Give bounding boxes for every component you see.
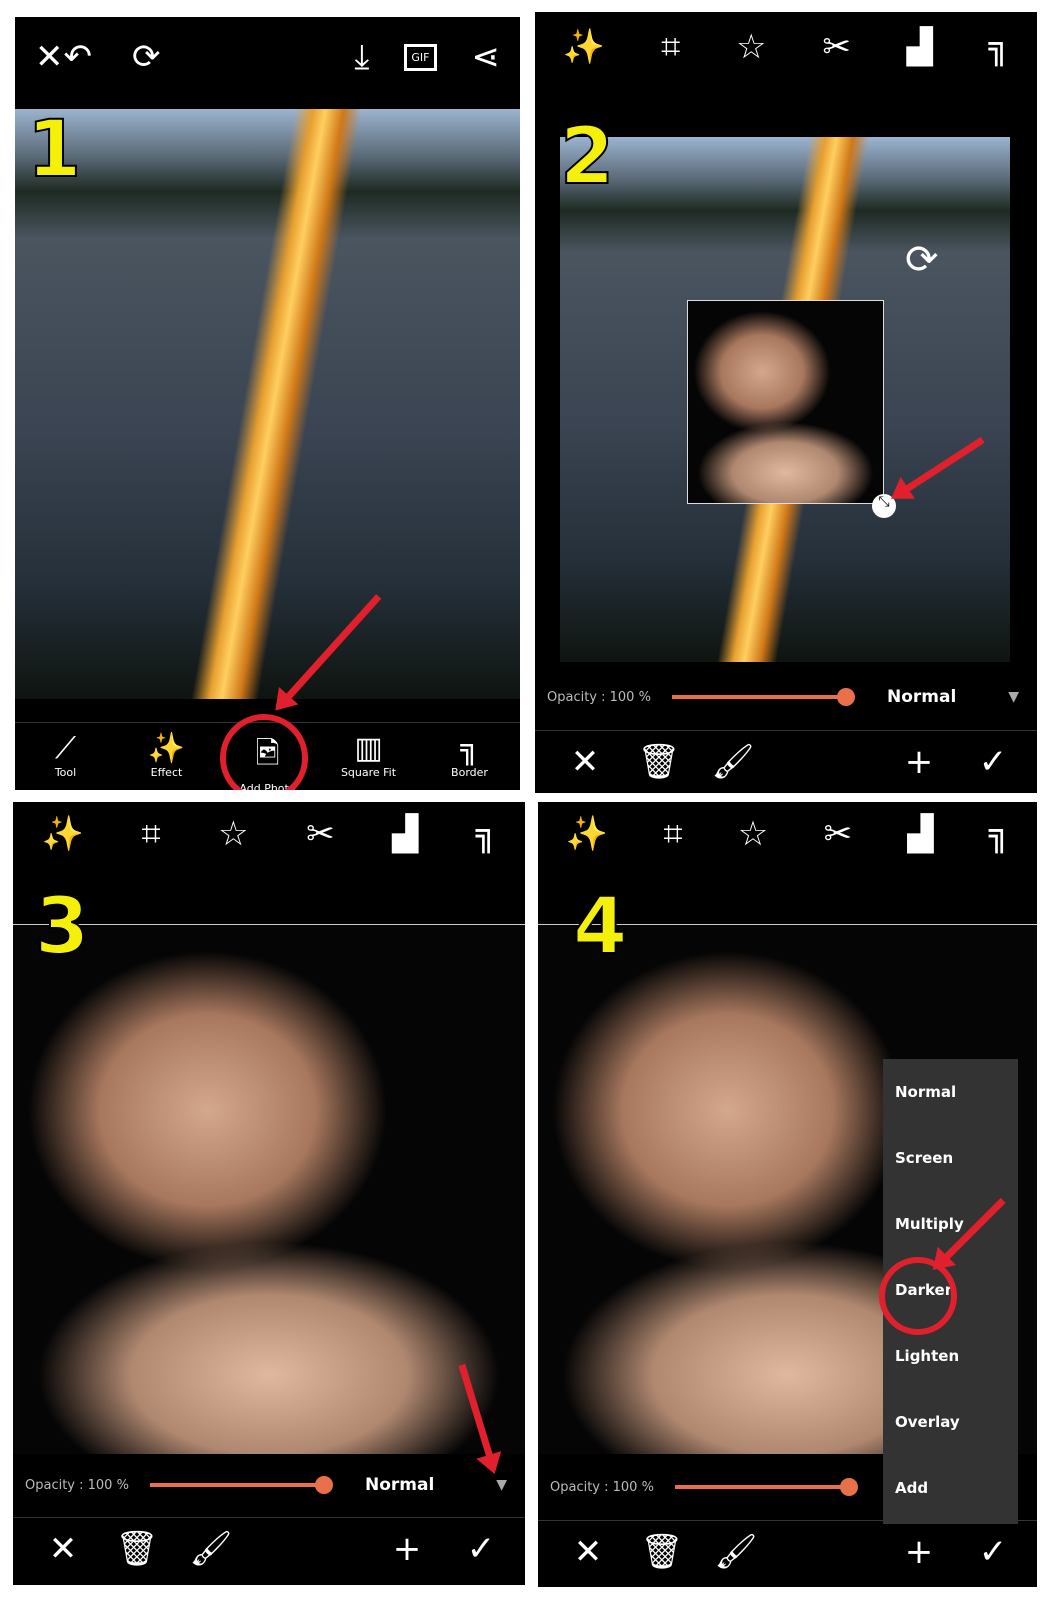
editor-toolbar: ✨ ⌗ ☆ ✂ ▟ ╗: [13, 804, 525, 864]
opacity-bar: Opacity : 100 % Normal ▼: [535, 667, 1037, 727]
slider-knob[interactable]: [837, 688, 855, 706]
scissors-icon[interactable]: ✂: [824, 814, 853, 854]
step-number: 2: [559, 111, 615, 203]
close-icon[interactable]: ✕: [561, 742, 609, 782]
check-icon[interactable]: ✓: [457, 1529, 505, 1569]
crop-icon[interactable]: ⌗: [661, 27, 680, 67]
trash-icon[interactable]: 🗑: [635, 742, 683, 782]
editor-toolbar: ✨ ⌗ ☆ ✂ ▟ ╗: [535, 17, 1037, 77]
menu-item-screen[interactable]: Screen: [883, 1125, 1018, 1191]
gif-icon[interactable]: GIF: [404, 43, 437, 71]
tool-item[interactable]: ⟋ Tool: [26, 731, 106, 790]
close-icon[interactable]: ✕: [39, 1529, 87, 1569]
share-icon[interactable]: ⋖: [472, 37, 501, 77]
added-photo-layer[interactable]: [13, 924, 525, 1454]
sticker-icon[interactable]: ▟: [907, 27, 933, 67]
top-toolbar: ✕ ↶ ⟳ ⤓ GIF ⋖: [15, 27, 520, 87]
opacity-slider[interactable]: [150, 1476, 333, 1494]
dropdown-caret-icon[interactable]: ▼: [1008, 689, 1019, 705]
star-icon[interactable]: ☆: [218, 814, 248, 854]
check-icon[interactable]: ✓: [969, 742, 1017, 782]
brush-icon[interactable]: 🖌: [712, 1532, 760, 1572]
blend-mode-select[interactable]: Normal: [365, 1475, 434, 1495]
panel-step-2: ✨ ⌗ ☆ ✂ ▟ ╗ 2 ⟳ ⤡ Opacity : 100 % Normal ▼ ✕ 🗑…: [535, 12, 1037, 793]
menu-item-overlay[interactable]: Overlay: [883, 1389, 1018, 1455]
opacity-label: Opacity : 100 %: [25, 1477, 129, 1493]
scissors-icon[interactable]: ✂: [306, 814, 335, 854]
scissors-icon[interactable]: ✂: [822, 27, 851, 67]
square-fit-icon: ▥: [354, 731, 383, 766]
square-fit-item[interactable]: ▥ Square Fit: [329, 731, 409, 790]
magic-wand-icon[interactable]: ✨: [566, 814, 608, 854]
close-icon[interactable]: ✕: [35, 37, 64, 77]
canvas-photo: [15, 109, 520, 699]
bottom-actions: ✕ 🗑 🖌 + ✓: [13, 1517, 525, 1579]
magic-wand-icon: ✨: [147, 731, 186, 766]
slider-knob[interactable]: [840, 1478, 858, 1496]
star-icon[interactable]: ☆: [738, 814, 768, 854]
border-item[interactable]: ╗ Border: [430, 731, 510, 790]
plus-icon[interactable]: +: [895, 742, 943, 782]
panel-step-4: ✨ ⌗ ☆ ✂ ▟ ╗ 4 Opacity : 100 % ✕ 🗑 🖌 + ✓ Normal Sc…: [538, 802, 1037, 1587]
undo-icon[interactable]: ↶: [64, 37, 93, 77]
rotate-handle-icon[interactable]: ⟳: [905, 237, 939, 283]
plus-icon[interactable]: +: [895, 1532, 943, 1572]
star-icon[interactable]: ☆: [736, 27, 766, 67]
menu-item-lighten[interactable]: Lighten: [883, 1323, 1018, 1389]
crop-icon[interactable]: ⌗: [663, 814, 682, 854]
magic-wand-icon[interactable]: ✨: [563, 27, 605, 67]
bottom-actions: ✕ 🗑 🖌 + ✓: [535, 730, 1037, 792]
panel-step-3: ✨ ⌗ ☆ ✂ ▟ ╗ 3 Opacity : 100 % Normal ▼ ✕ 🗑 🖌 + ✓: [13, 802, 525, 1585]
menu-item-normal[interactable]: Normal: [883, 1059, 1018, 1125]
trash-icon[interactable]: 🗑: [638, 1532, 686, 1572]
border-icon[interactable]: ╗: [989, 27, 1009, 67]
compass-icon: ⟋: [55, 731, 76, 766]
sticker-icon[interactable]: ▟: [392, 814, 418, 854]
sticker-icon[interactable]: ▟: [907, 814, 933, 854]
crop-icon[interactable]: ⌗: [142, 814, 161, 854]
brush-icon[interactable]: 🖌: [709, 742, 757, 782]
opacity-label: Opacity : 100 %: [550, 1479, 654, 1495]
blend-mode-select[interactable]: Normal: [887, 687, 956, 707]
plus-icon[interactable]: +: [383, 1529, 431, 1569]
opacity-slider[interactable]: [672, 688, 855, 706]
border-icon: ╗: [460, 731, 479, 766]
brush-icon[interactable]: 🖌: [187, 1529, 235, 1569]
check-icon[interactable]: ✓: [969, 1532, 1017, 1572]
close-icon[interactable]: ✕: [564, 1532, 612, 1572]
trash-icon[interactable]: 🗑: [113, 1529, 161, 1569]
slider-knob[interactable]: [315, 1476, 333, 1494]
step-number: 3: [34, 881, 90, 973]
bottom-actions: ✕ 🗑 🖌 + ✓: [538, 1520, 1037, 1582]
opacity-bar: Opacity : 100 % Normal ▼: [13, 1455, 525, 1515]
dropdown-caret-icon[interactable]: ▼: [496, 1477, 507, 1493]
menu-item-add[interactable]: Add: [883, 1455, 1018, 1521]
editor-toolbar: ✨ ⌗ ☆ ✂ ▟ ╗: [538, 804, 1037, 864]
border-icon[interactable]: ╗: [476, 814, 496, 854]
panel-step-1: ✕ ↶ ⟳ ⤓ GIF ⋖ 1 ⟋ Tool ✨ Effect 🖻 Add Photo…: [15, 17, 520, 790]
opacity-slider[interactable]: [675, 1478, 858, 1496]
magic-wand-icon[interactable]: ✨: [42, 814, 84, 854]
step-number: 1: [26, 104, 82, 196]
step-number: 4: [572, 881, 628, 973]
effect-item[interactable]: ✨ Effect: [127, 731, 207, 790]
added-photo-layer[interactable]: [687, 300, 884, 504]
download-icon[interactable]: ⤓: [354, 37, 369, 77]
rotate-icon[interactable]: ⟳: [132, 37, 161, 77]
opacity-label: Opacity : 100 %: [547, 689, 651, 705]
border-icon[interactable]: ╗: [989, 814, 1009, 854]
